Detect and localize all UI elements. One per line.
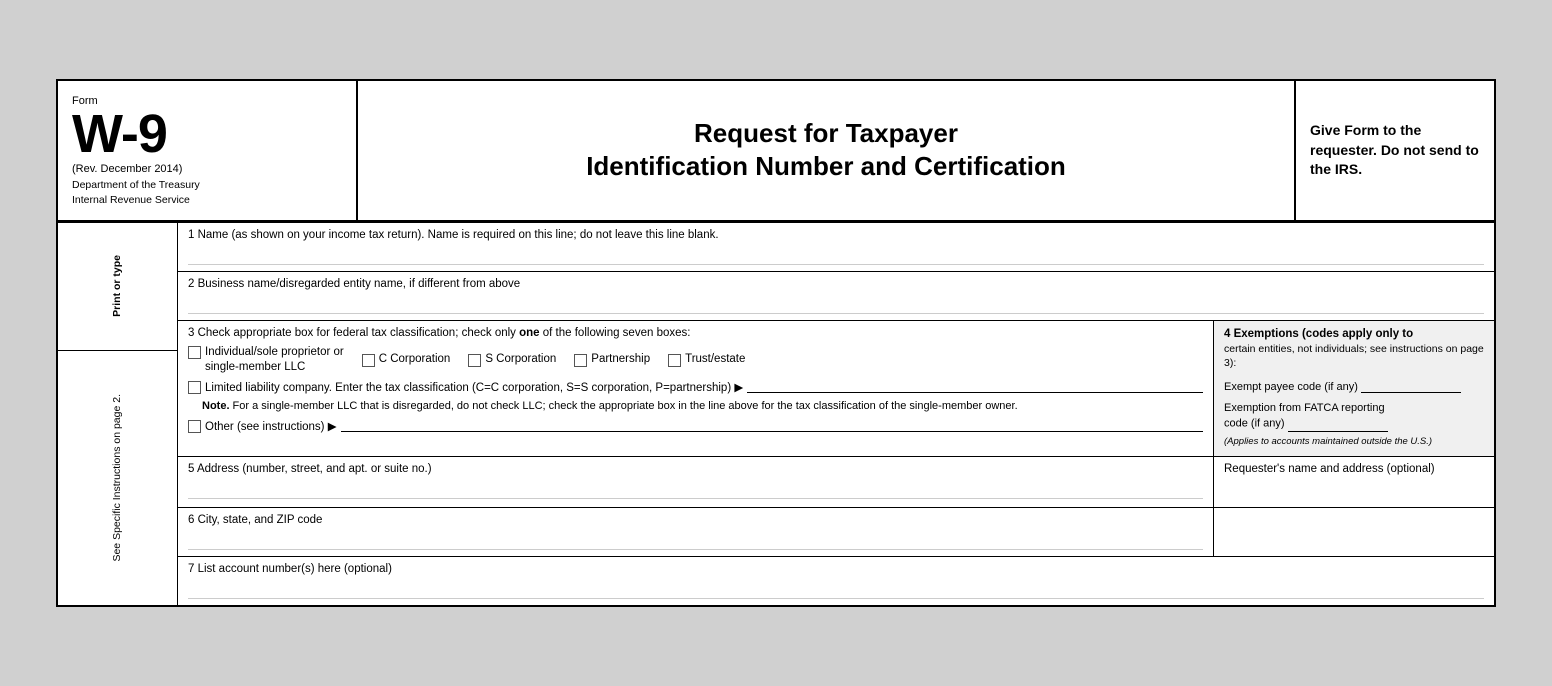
checkbox-scorp-label: S Corporation: [485, 353, 556, 365]
field5-label: 5 Address (number, street, and apt. or s…: [188, 463, 1203, 475]
section3-left: 3 Check appropriate box for federal tax …: [178, 321, 1214, 456]
checkbox-individual-box[interactable]: [188, 346, 201, 359]
exempt-payee-field[interactable]: [1361, 377, 1461, 393]
other-input[interactable]: [341, 419, 1203, 432]
fatca-code-field[interactable]: [1288, 416, 1388, 432]
exempt-payee-label: Exempt payee code (if any): [1224, 381, 1358, 393]
form-header: Form W-9 (Rev. December 2014) Department…: [58, 81, 1494, 222]
field3-pre: 3 Check appropriate box for federal tax …: [188, 327, 519, 339]
field2-label: 2 Business name/disregarded entity name,…: [188, 278, 1484, 290]
field5-left: 5 Address (number, street, and apt. or s…: [178, 457, 1214, 507]
header-left: Form W-9 (Rev. December 2014) Department…: [58, 81, 358, 219]
checkbox-llc-box[interactable]: [188, 381, 201, 394]
code-if-any-row: code (if any): [1224, 416, 1484, 432]
checkbox-partnership: Partnership: [574, 353, 650, 367]
checkbox-scorp-box[interactable]: [468, 354, 481, 367]
w9-form: Form W-9 (Rev. December 2014) Department…: [56, 79, 1496, 606]
field5-row: 5 Address (number, street, and apt. or s…: [178, 457, 1494, 508]
checkbox-partnership-box[interactable]: [574, 354, 587, 367]
field6-right: [1214, 508, 1494, 556]
note-text: For a single-member LLC that is disregar…: [230, 400, 1018, 412]
field3-label: 3 Check appropriate box for federal tax …: [188, 327, 1203, 339]
field6-row: 6 City, state, and ZIP code: [178, 508, 1494, 557]
checkbox-trust: Trust/estate: [668, 353, 745, 367]
note-row: Note. For a single-member LLC that is di…: [188, 399, 1203, 414]
field7-input[interactable]: [188, 579, 1484, 599]
section4-title: 4 Exemptions (codes apply only to: [1224, 328, 1484, 340]
checkbox-ccorp-box[interactable]: [362, 354, 375, 367]
checkbox-ccorp: C Corporation: [362, 353, 451, 367]
checkbox-trust-label: Trust/estate: [685, 353, 745, 365]
side-label-print: Print or type: [111, 255, 125, 317]
header-right-text: Give Form to the requester. Do not send …: [1310, 121, 1480, 180]
llc-input[interactable]: [747, 380, 1203, 393]
checkbox-individual-label: Individual/sole proprietor orsingle-memb…: [205, 345, 344, 375]
field1-label: 1 Name (as shown on your income tax retu…: [188, 229, 1484, 241]
title-line1: Request for Taxpayer: [694, 118, 958, 148]
llc-row: Limited liability company. Enter the tax…: [188, 380, 1203, 394]
checkbox-other-box[interactable]: [188, 420, 201, 433]
form-body: Print or type See Specific Instructions …: [58, 223, 1494, 605]
form-dept: Department of the Treasury Internal Reve…: [72, 178, 342, 207]
checkbox-scorp: S Corporation: [468, 353, 556, 367]
form-number: W-9: [72, 107, 342, 161]
side-label-top: Print or type: [58, 223, 177, 351]
side-label-wrapper: Print or type See Specific Instructions …: [58, 223, 178, 605]
section4-sub: certain entities, not individuals; see i…: [1224, 342, 1484, 371]
exempt-payee-row: Exempt payee code (if any): [1224, 377, 1484, 393]
field5-right: Requester's name and address (optional): [1214, 457, 1494, 507]
field7-row: 7 List account number(s) here (optional): [178, 557, 1494, 605]
form-rev: (Rev. December 2014): [72, 163, 342, 175]
checkboxes-row: Individual/sole proprietor orsingle-memb…: [188, 345, 1203, 375]
note-label: Note.: [202, 400, 230, 412]
field3-bold: one: [519, 327, 539, 339]
field7-label: 7 List account number(s) here (optional): [188, 563, 1484, 575]
requester-label: Requester's name and address (optional): [1224, 463, 1484, 475]
field6-input[interactable]: [188, 530, 1203, 550]
checkbox-ccorp-label: C Corporation: [379, 353, 451, 365]
field1-row: 1 Name (as shown on your income tax retu…: [178, 223, 1494, 272]
fatca-applies: (Applies to accounts maintained outside …: [1224, 436, 1484, 448]
other-label: Other (see instructions) ▶: [205, 419, 337, 433]
checkbox-trust-box[interactable]: [668, 354, 681, 367]
field5-input[interactable]: [188, 479, 1203, 499]
side-label-see: See Specific Instructions on page 2.: [111, 394, 125, 562]
field2-input[interactable]: [188, 294, 1484, 314]
form-title: Request for Taxpayer Identification Numb…: [586, 117, 1066, 185]
field6-label: 6 City, state, and ZIP code: [188, 514, 1203, 526]
checkbox-partnership-label: Partnership: [591, 353, 650, 365]
field2-row: 2 Business name/disregarded entity name,…: [178, 272, 1494, 321]
exempt-fatca-label: Exemption from FATCA reporting: [1224, 401, 1484, 416]
header-right: Give Form to the requester. Do not send …: [1294, 81, 1494, 219]
header-center: Request for Taxpayer Identification Numb…: [358, 81, 1294, 219]
section4-right: 4 Exemptions (codes apply only to certai…: [1214, 321, 1494, 456]
section3-wrapper: 3 Check appropriate box for federal tax …: [178, 321, 1494, 457]
llc-label: Limited liability company. Enter the tax…: [205, 380, 743, 394]
title-line2: Identification Number and Certification: [586, 151, 1066, 181]
side-label-bottom: See Specific Instructions on page 2.: [58, 351, 177, 605]
field3-post: of the following seven boxes:: [540, 327, 691, 339]
code-if-any-label: code (if any): [1224, 418, 1285, 430]
field1-input[interactable]: [188, 245, 1484, 265]
dept-line1: Department of the Treasury: [72, 179, 200, 191]
other-row: Other (see instructions) ▶: [188, 419, 1203, 433]
exempt-fatca-row: Exemption from FATCA reporting code (if …: [1224, 401, 1484, 432]
dept-line2: Internal Revenue Service: [72, 194, 190, 206]
checkbox-individual: Individual/sole proprietor orsingle-memb…: [188, 345, 344, 375]
field6-left: 6 City, state, and ZIP code: [178, 508, 1214, 556]
fields-wrapper: 1 Name (as shown on your income tax retu…: [178, 223, 1494, 605]
